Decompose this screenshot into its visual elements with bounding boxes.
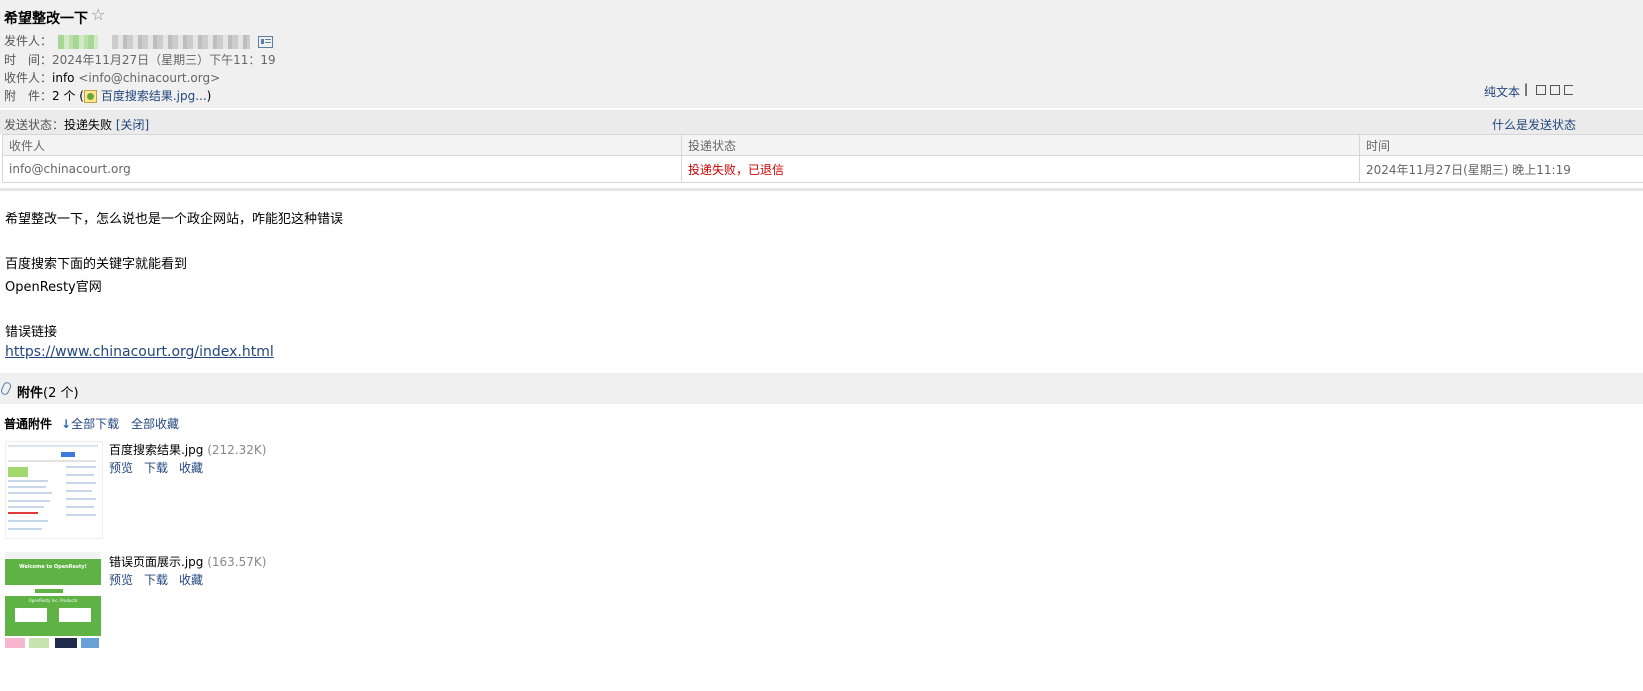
time-label: 时 间：	[4, 53, 53, 67]
collect-all-link[interactable]: 全部收藏	[131, 415, 179, 432]
attachment-filename-1: 百度搜索结果.jpg	[109, 443, 204, 457]
body-line-2: 百度搜索下面的关键字就能看到	[5, 257, 188, 272]
header-divider	[0, 188, 1643, 191]
delivery-status-label: 发送状态：	[4, 118, 65, 132]
attachment-name-2: 错误页面展示.jpg (163.57K)	[109, 553, 266, 570]
download-all-link[interactable]: ↓全部下载	[61, 415, 119, 432]
what-is-status-link[interactable]: 什么是发送状态	[1492, 116, 1576, 133]
image-file-icon	[83, 90, 97, 103]
preview-link-1[interactable]: 预览	[109, 461, 133, 475]
delivery-status-bar	[0, 110, 1643, 134]
attachment-actions-1: 预览 下载 收藏	[109, 459, 214, 476]
attachment-count: 2 个	[52, 89, 76, 103]
attachment-thumbnail-1[interactable]	[5, 441, 103, 539]
attachment-size-2: (163.57K)	[207, 555, 267, 569]
download-arrow-icon: ↓	[61, 417, 72, 431]
print-icon[interactable]	[1564, 85, 1573, 95]
attachments-title-text: 附件	[17, 386, 44, 401]
col-recipient: 收件人	[2, 134, 682, 156]
body-line-4: 错误链接	[5, 325, 58, 340]
to-row: 收件人：info <info@chinacourt.org>	[4, 69, 220, 86]
normal-attachments-label: 普通附件	[4, 417, 53, 431]
recipient-cell: info@chinacourt.org	[2, 155, 682, 183]
download-link-1[interactable]: 下载	[144, 461, 168, 475]
table-row: info@chinacourt.org 投递失败，已退信 2024年11月27日…	[2, 155, 1643, 183]
attachment-size-1: (212.32K)	[207, 443, 267, 457]
time-value: 2024年11月27日（星期三）下午11：19	[52, 53, 276, 67]
attachment-label: 附 件：	[4, 89, 53, 103]
delivery-status-table: 收件人 投递状态 时间 info@chinacourt.org 投递失败，已退信…	[2, 134, 1643, 183]
time-row: 时 间：2024年11月27日（星期三）下午11：19	[4, 51, 276, 68]
attachment-first-link[interactable]: 百度搜索结果.jpg...	[101, 89, 207, 103]
collect-link-1[interactable]: 收藏	[179, 461, 203, 475]
thumb2-subheading: OpenResty Inc. Products	[28, 598, 78, 603]
star-icon[interactable]: ☆	[91, 5, 105, 24]
to-label: 收件人：	[4, 71, 53, 85]
attachment-filename-2: 错误页面展示.jpg	[109, 555, 204, 569]
collect-link-2[interactable]: 收藏	[179, 573, 203, 587]
to-email: <info@chinacourt.org>	[78, 71, 221, 85]
thumb2-heading: Welcome to OpenResty!	[19, 564, 87, 570]
contact-card-icon[interactable]	[257, 35, 273, 48]
to-name[interactable]: info	[52, 71, 75, 85]
attachment-close-paren: )	[206, 89, 212, 103]
attachment-name-1: 百度搜索结果.jpg (212.32K)	[109, 441, 266, 458]
attachment-thumbnail-2[interactable]: Welcome to OpenResty! OpenResty Inc. Pro…	[5, 552, 101, 648]
fullscreen-icon[interactable]	[1550, 85, 1560, 95]
time-cell: 2024年11月27日(星期三) 晚上11:19	[1359, 155, 1643, 183]
delivery-status-row: 发送状态：投递失败 [关闭]	[4, 116, 149, 133]
preview-link-2[interactable]: 预览	[109, 573, 133, 587]
status-close-link[interactable]: [关闭]	[116, 118, 149, 132]
body-link[interactable]: https://www.chinacourt.org/index.html	[5, 344, 274, 360]
from-row: 发件人：	[4, 32, 273, 49]
delivery-status-value: 投递失败	[64, 118, 113, 132]
attachment-row: 附 件：2 个 ( 百度搜索结果.jpg...)	[4, 87, 211, 104]
attachments-title: 附件(2 个)	[17, 382, 79, 401]
download-all-label: 全部下载	[71, 417, 120, 431]
download-link-2[interactable]: 下载	[144, 573, 168, 587]
delivery-state-cell: 投递失败，已退信	[681, 155, 1360, 183]
new-window-icon[interactable]	[1536, 85, 1546, 95]
plaintext-link[interactable]: 纯文本	[1484, 83, 1520, 100]
table-header-row: 收件人 投递状态 时间	[2, 134, 1643, 156]
plaintext-separator: |	[1524, 82, 1529, 96]
col-delivery-state: 投递状态	[681, 134, 1360, 156]
col-time: 时间	[1359, 134, 1643, 156]
body-line-3: OpenResty官网	[5, 280, 102, 295]
sender-email-redacted	[111, 34, 250, 49]
sender-name-redacted	[57, 34, 98, 49]
body-line-1: 希望整改一下，怎么说也是一个政企网站，咋能犯这种错误	[5, 212, 344, 227]
attachments-bar	[0, 373, 1643, 404]
mail-subject: 希望整改一下	[4, 11, 88, 27]
attachments-count: (2 个)	[43, 386, 79, 401]
attachment-actions-2: 预览 下载 收藏	[109, 571, 214, 588]
from-label: 发件人：	[4, 34, 53, 48]
